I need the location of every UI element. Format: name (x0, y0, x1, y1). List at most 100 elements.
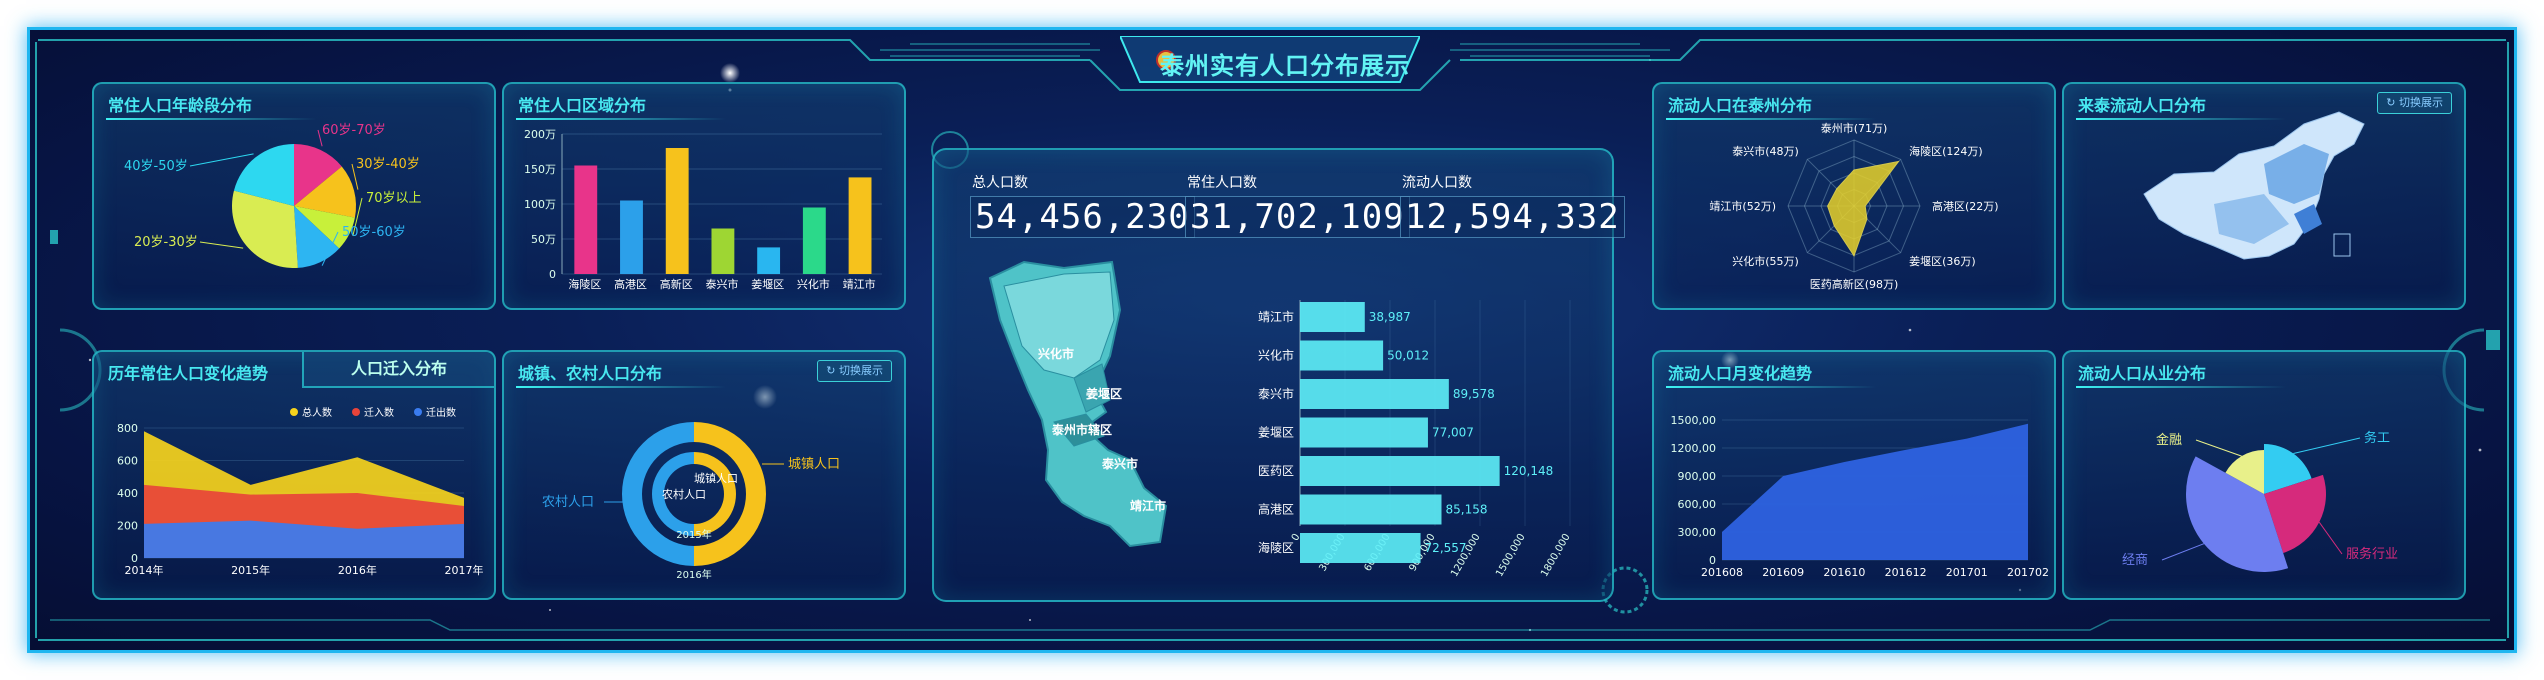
y-tick-label: 200 (117, 520, 138, 533)
rural-label: 农村人口 (542, 495, 594, 510)
monthly-area-chart: 1500,001200,00900,00600,00300,000201608 2… (1671, 414, 2050, 579)
x-tick-label: 201608 (1701, 566, 1743, 579)
urban-inner-label: 城镇人口 (694, 471, 738, 485)
legend-marker (352, 408, 360, 416)
bar (1300, 417, 1428, 448)
map-label: 姜堰区 (1086, 386, 1122, 401)
region-bar-chart: 200万 150万 100万 50万 0 海陵区 高港区 高新区 泰兴市 姜堰区 兴化市 靖江市 (524, 128, 882, 291)
bar (1300, 302, 1365, 332)
y-tick-label: 600 (117, 455, 138, 468)
data-label: 85,158 (1445, 503, 1487, 517)
radar-axis-label: 海陵区(124万) (1909, 144, 1983, 158)
radar-axis-label: 姜堰区(36万) (1909, 254, 1976, 268)
employment-pie-chart: 务工服务行业 经商 金融 (2122, 430, 2398, 572)
data-label: 72,557 (1425, 541, 1467, 555)
employment-panel: 流动人口从业分布 务工 服务行业 经商 金融 (2062, 350, 2466, 600)
x-tick-label: 泰兴市 (706, 277, 739, 291)
bar (1300, 456, 1500, 486)
radar-axis-label: 高港区(22万) (1932, 199, 1999, 213)
bar (711, 228, 735, 274)
pie-label: 30岁-40岁 (356, 157, 420, 172)
region-distribution-panel: 常住人口区域分布 200万 150万 100万 50万 0 海陵区 高港区 高新区 泰兴市 姜堰区… (502, 82, 906, 310)
y-tick-label: 400 (117, 487, 138, 500)
pie-leader-line (2293, 437, 2361, 455)
x-tick-label: 姜堰区 (751, 277, 784, 291)
bar (620, 200, 643, 274)
incoming-floating-panel: 来泰流动人口分布 ↻ 切换展示 (2062, 82, 2466, 310)
x-tick-label: 1800,000 (1539, 532, 1572, 579)
y-tick-label: 50万 (531, 233, 556, 246)
y-tick-label: 900,00 (1678, 470, 1717, 483)
x-tick-label: 2017年 (445, 563, 484, 577)
x-tick-label: 201610 (1823, 566, 1865, 579)
y-tick-label: 兴化市 (1258, 348, 1294, 363)
total-population-label: 总人口数 (972, 175, 1028, 191)
pie-leader-line (199, 241, 244, 249)
x-tick-label: 靖江市 (843, 277, 876, 291)
y-tick-label: 海陵区 (1258, 540, 1294, 555)
pie-label: 60岁-70岁 (322, 123, 386, 138)
x-tick-label: 兴化市 (797, 277, 830, 291)
area-series (1722, 423, 2028, 560)
bar (1300, 340, 1384, 371)
x-tick-label: 201701 (1946, 566, 1988, 579)
y-tick-label: 300,00 (1678, 526, 1717, 539)
data-label: 50,012 (1387, 349, 1429, 363)
bar (757, 247, 781, 274)
china-map (2143, 111, 2365, 260)
pie-label: 金融 (2156, 432, 2182, 448)
floating-population-value: 12,594,332 (1400, 196, 1625, 238)
pie-leader-line (189, 153, 254, 167)
pie-label: 经商 (2122, 553, 2148, 568)
age-pie-chart: 60岁-70岁 30岁-40岁 70岁以上 50岁-60岁 20岁-30岁 40岁-50岁 (124, 123, 422, 268)
radar-axis-label: 兴化市(55万) (1732, 254, 1799, 268)
pie-leader-line (2195, 439, 2242, 457)
y-tick-label: 0 (549, 268, 556, 281)
pie-label: 务工 (2364, 430, 2390, 446)
y-tick-label: 800 (117, 422, 138, 435)
y-tick-label: 姜堰区 (1258, 426, 1294, 440)
y-tick-label: 150万 (524, 163, 556, 176)
y-tick-label: 医药区 (1258, 464, 1294, 478)
data-label: 77,007 (1432, 426, 1474, 440)
pie-leader-line (2161, 543, 2205, 561)
y-tick-label: 1500,00 (1671, 414, 1717, 427)
bar (1300, 379, 1449, 409)
x-tick-label: 201609 (1762, 566, 1804, 579)
data-label: 38,987 (1369, 310, 1411, 324)
trend-panel: 历年常住人口变化趋势 人口迁入分布 800 600 400 200 0 2014年 2015… (92, 350, 496, 600)
y-tick-label: 600,00 (1678, 498, 1717, 511)
legend-marker (290, 408, 298, 416)
y-tick-label: 1200,00 (1671, 442, 1717, 455)
x-tick-label: 2015年 (231, 563, 270, 577)
resident-population-value: 31,702,109 (1185, 196, 1410, 238)
x-tick-label: 201702 (2007, 566, 2049, 579)
bar (665, 148, 689, 274)
rural-inner-label: 农村人口 (662, 487, 706, 501)
y-tick-label: 靖江市 (1258, 309, 1294, 324)
bar (1300, 533, 1421, 563)
data-label: 89,578 (1453, 387, 1495, 401)
pie-label: 服务行业 (2346, 546, 2398, 562)
x-tick-label: 201612 (1885, 566, 1927, 579)
age-distribution-panel: 常住人口年龄段分布 60岁-70岁 30岁-40岁 70岁以上 50岁-60岁 20岁-… (92, 82, 496, 310)
trend-area-chart: 80060040020002014年 2015年 2016年 2017年总人数 迁入数迁… (117, 406, 484, 577)
x-tick-label: 海陵区 (568, 277, 601, 291)
urban-label: 城镇人口 (788, 457, 840, 472)
pie-label: 20岁-30岁 (134, 235, 198, 250)
monthly-trend-panel: 流动人口月变化趋势 1500,00 1200,00 900,00 600,00 300,… (1652, 350, 2056, 600)
bar (1300, 494, 1442, 525)
y-tick-label: 高港区 (1258, 502, 1294, 517)
total-population-value: 54,456,230 (970, 196, 1195, 238)
x-tick-label: 1200,000 (1449, 532, 1482, 579)
legend-label: 迁入数 (364, 406, 394, 419)
x-tick-label: 高新区 (660, 277, 693, 291)
dashboard-screen: 泰州实有人口分布展示 常住人口年龄段分布 60岁-70岁 30岁-40岁 70岁以上… (30, 30, 2514, 650)
map-label: 泰兴市 (1101, 456, 1138, 471)
radar-axis-label: 泰兴市(48万) (1732, 144, 1799, 158)
floating-taizhou-panel: 流动人口在泰州分布 泰州市(71万) 海陵区(124万) 高港区(22万) 姜堰区(3… (1652, 82, 2056, 310)
map-label: 靖江市 (1130, 498, 1166, 513)
radar-axis-label: 泰州市(71万) (1821, 121, 1888, 135)
ring-year-label: 2015年 (676, 528, 711, 541)
area-series (144, 520, 464, 558)
